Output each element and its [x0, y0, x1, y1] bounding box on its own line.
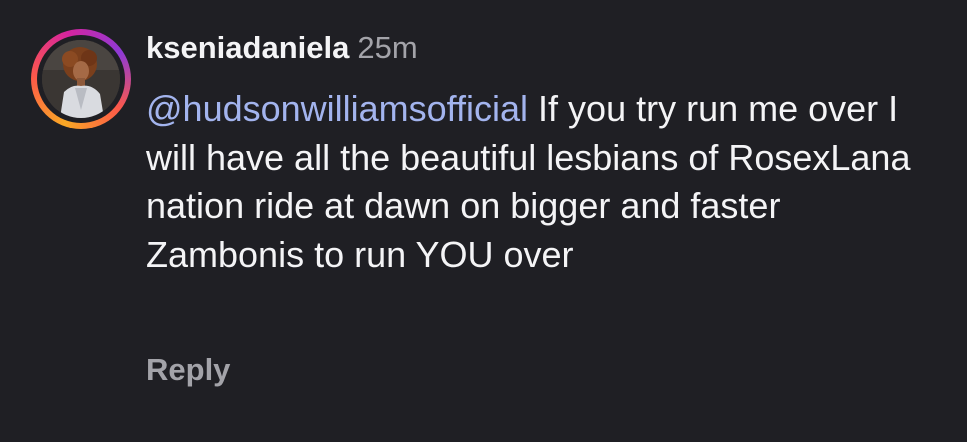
comment-item: kseniadaniela 25m @hudsonwilliamsofficial…	[0, 0, 967, 442]
comment-body: @hudsonwilliamsofficial If you try run m…	[146, 85, 936, 279]
reply-button[interactable]: Reply	[146, 350, 230, 390]
comment-timestamp: 25m	[357, 30, 418, 65]
mention-link[interactable]: @hudsonwilliamsofficial	[146, 88, 528, 129]
comment-header: kseniadaniela 25m	[146, 28, 418, 68]
username-link[interactable]: kseniadaniela	[146, 30, 349, 65]
avatar-person-image	[42, 40, 120, 118]
avatar-photo	[42, 40, 120, 118]
avatar[interactable]	[31, 29, 131, 129]
